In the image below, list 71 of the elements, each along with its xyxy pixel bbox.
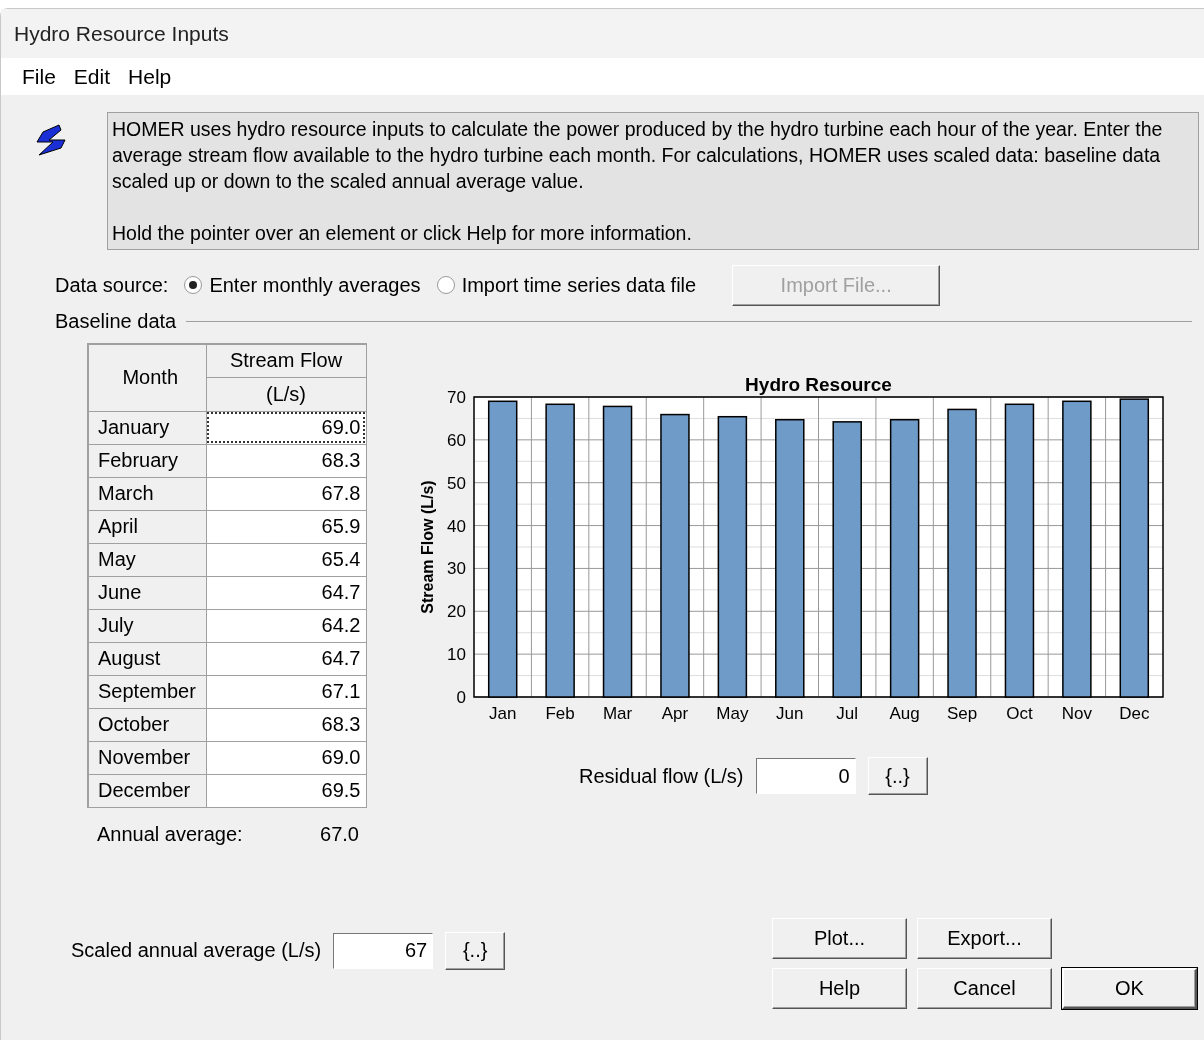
value-cell[interactable]: 64.7 [206, 642, 366, 675]
menu-item[interactable]: File [13, 64, 65, 89]
x-tick-label: Mar [602, 704, 633, 723]
description-text: HOMER uses hydro resource inputs to calculate the power produced by the hydro turbine each hour of the year. Enter the average stream flow available to the hydro turbine each month. For calculations, HOMER uses scaled data: baseline data scaled up or down to the scaled annual average value. [112, 117, 1164, 194]
row-header: June [88, 576, 206, 609]
dialog-button[interactable]: OK [1062, 967, 1197, 1009]
group-label: Baseline data [55, 310, 177, 333]
x-tick-label: Sep [946, 704, 978, 723]
x-tick-label: Apr [661, 704, 689, 723]
row-header: May [88, 543, 206, 576]
column-unit: (L/s) [206, 377, 366, 411]
y-tick-label: 20 [447, 602, 466, 622]
menu-item[interactable]: Edit [64, 64, 120, 89]
residual-flow-field[interactable]: 0 [755, 758, 856, 794]
column-header: Month [88, 344, 206, 411]
residual-flow-label: Residual flow (L/s) [579, 764, 744, 788]
row-header: December [88, 774, 206, 807]
value-cell[interactable]: 69.0 [206, 411, 366, 444]
x-tick-label: Feb [545, 704, 575, 723]
x-tick-label: Dec [1119, 704, 1150, 723]
y-tick-label: 0 [456, 688, 466, 707]
scaled-average-field[interactable]: 67 [333, 932, 434, 969]
row-header: November [88, 741, 206, 774]
row-header: January [88, 411, 206, 444]
x-tick-label: Jun [776, 704, 804, 723]
dialog-button[interactable]: Plot... [772, 917, 907, 959]
x-tick-label: Oct [1006, 704, 1033, 723]
description-text: Hold the pointer over an element or click Help for more information. [112, 221, 693, 246]
y-tick-label: 50 [447, 473, 466, 493]
dialog-button[interactable]: Cancel [917, 967, 1052, 1009]
data-source-label: Data source: [55, 273, 169, 297]
sensitivity-button[interactable]: {..} [445, 931, 506, 970]
dialog-button[interactable]: Export... [917, 917, 1052, 959]
column-header: Stream Flow [206, 344, 366, 377]
value-cell[interactable]: 69.0 [206, 741, 366, 774]
annual-average-label: Annual average: [97, 822, 243, 846]
row-header: July [88, 609, 206, 642]
x-tick-label: Jan [489, 704, 517, 723]
row-header: August [88, 642, 206, 675]
x-tick-label: May [716, 704, 749, 723]
value-cell[interactable]: 68.3 [206, 708, 366, 741]
value-cell[interactable]: 67.8 [206, 477, 366, 510]
value-cell[interactable]: 69.5 [206, 774, 366, 807]
row-header: March [88, 477, 206, 510]
menu-item[interactable]: Help [119, 64, 181, 89]
y-tick-label: 70 [447, 388, 466, 407]
value-cell[interactable]: 67.1 [206, 675, 366, 708]
row-header: February [88, 444, 206, 477]
value-cell[interactable]: 65.4 [206, 543, 366, 576]
value-cell[interactable]: 64.2 [206, 609, 366, 642]
y-axis-title: Stream Flow (L/s) [419, 480, 436, 614]
chart-title: Hydro Resource [745, 374, 892, 395]
y-tick-label: 30 [447, 559, 466, 579]
y-tick-label: 60 [447, 430, 466, 450]
scaled-average-label: Scaled annual average (L/s) [71, 939, 322, 962]
x-tick-label: Aug [889, 704, 920, 723]
row-header: April [88, 510, 206, 543]
y-tick-label: 10 [447, 645, 466, 665]
y-tick-label: 40 [447, 516, 466, 536]
value-cell[interactable]: 65.9 [206, 510, 366, 543]
sensitivity-button[interactable]: {..} [867, 757, 928, 795]
value-cell[interactable]: 68.3 [206, 444, 366, 477]
value-cell[interactable]: 64.7 [206, 576, 366, 609]
x-tick-label: Jul [836, 704, 859, 723]
radio-option[interactable]: Import time series data file [436, 273, 697, 297]
radio-option[interactable]: Enter monthly averages [184, 273, 421, 297]
dialog-button[interactable]: Help [772, 967, 907, 1009]
x-tick-label: Nov [1061, 704, 1092, 723]
annual-average-value: 67.0 [320, 822, 359, 846]
row-header: September [88, 675, 206, 708]
row-header: October [88, 708, 206, 741]
